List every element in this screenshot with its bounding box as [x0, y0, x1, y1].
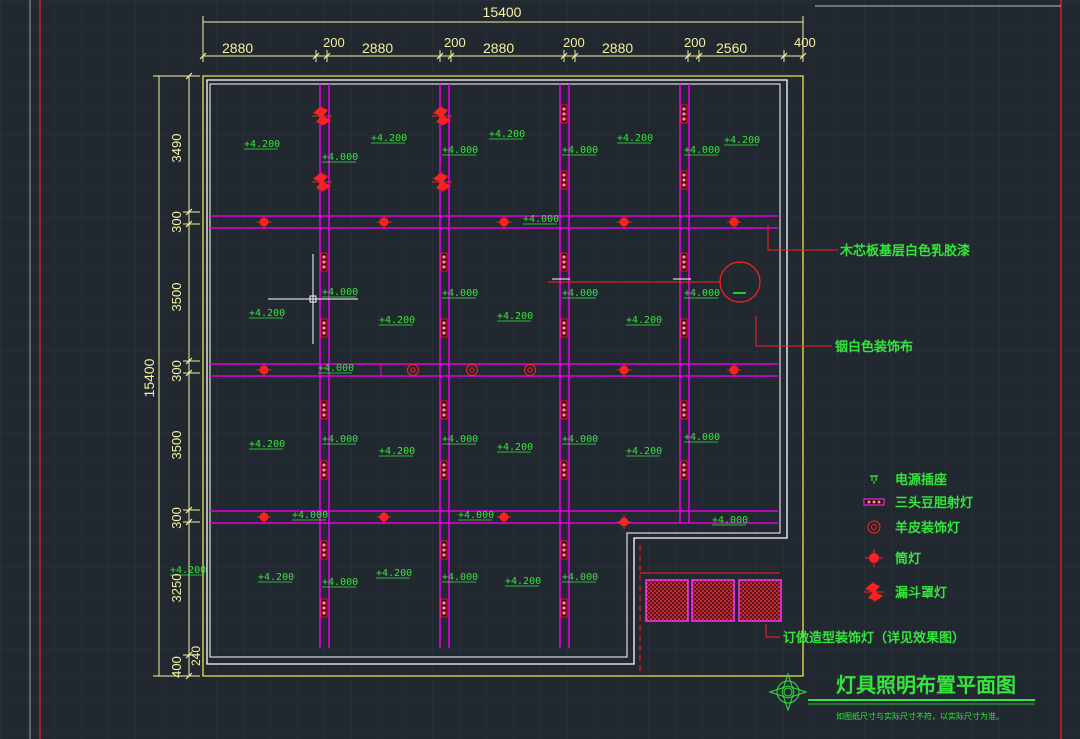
dim-top-segment: 2560	[716, 40, 747, 56]
elevation-label: +4.200	[626, 315, 662, 326]
annotation-fabric: 铟白色装饰布	[835, 339, 913, 355]
elevation-label: +4.200	[379, 315, 415, 326]
triple-spotlight-icon	[680, 252, 688, 272]
elevation-label: +4.200	[376, 568, 412, 579]
elevation-label: +4.200	[626, 446, 662, 457]
legend-label: 电源插座	[895, 472, 947, 488]
elevation-label: +4.000	[322, 287, 358, 298]
dim-top-segment: 400	[794, 35, 816, 50]
legend-label: 三头豆胆射灯	[895, 495, 973, 511]
dim-left-total: 15400	[141, 358, 157, 397]
elevation-label: +4.200	[724, 135, 760, 146]
triple-spotlight-icon	[440, 598, 448, 618]
dim-left-segment: 3500	[169, 283, 184, 312]
annotation-ceiling-material: 木芯板基层白色乳胶漆	[839, 243, 970, 259]
elevation-label: +4.200	[258, 572, 294, 583]
elevation-label: +4.200	[244, 139, 280, 150]
elevation-label: +4.200	[617, 133, 653, 144]
elevation-label: +4.200	[489, 129, 525, 140]
triple-spotlight-icon	[680, 170, 688, 190]
elevation-label: +4.200	[249, 439, 285, 450]
dim-left-inner: 240	[189, 646, 203, 666]
elevation-label: +4.000	[523, 214, 559, 225]
triple-spotlight-icon	[440, 540, 448, 560]
triple-spotlight-icon	[320, 598, 328, 618]
dim-top-segment: 2880	[362, 40, 393, 56]
grid-background	[0, 0, 1080, 739]
triple-spotlight-icon	[320, 460, 328, 480]
triple-spotlight-icon	[560, 540, 568, 560]
elevation-label: +4.000	[322, 577, 358, 588]
elevation-label: +4.000	[442, 572, 478, 583]
triple-spotlight-icon	[680, 104, 688, 124]
elevation-label: +4.000	[292, 510, 328, 521]
dim-top-segment: 2880	[222, 40, 253, 56]
custom-lamp-3	[738, 579, 782, 622]
dim-left-segment: 300	[169, 507, 184, 529]
elevation-label: +4.000	[562, 145, 598, 156]
triple-spotlight-icon	[560, 170, 568, 190]
triple-spotlight-icon	[320, 318, 328, 338]
triple-spotlight-icon	[440, 252, 448, 272]
dim-left-segment: 3490	[169, 134, 184, 163]
cad-floor-plan: +4.200 +4.000 +4.200 +4.000 +4.200 +4.000 +4.2…	[0, 0, 1080, 739]
elevation-label: +4.000	[322, 434, 358, 445]
elevation-label: +4.000	[684, 145, 720, 156]
triple-spotlight-icon	[440, 400, 448, 420]
elevation-label: +4.000	[318, 363, 354, 374]
triple-spotlight-icon	[680, 400, 688, 420]
elevation-label: +4.200	[497, 311, 533, 322]
triple-spotlight-icon	[320, 252, 328, 272]
dim-top-segment: 200	[563, 35, 585, 50]
annotation-custom-lamp: 订做造型装饰灯（详见效果图）	[783, 630, 965, 646]
dim-top-segment: 200	[684, 35, 706, 50]
drawing-note: 如图纸尺寸与实际尺寸不符，以实际尺寸为准。	[836, 711, 1004, 721]
triple-spotlight-icon	[680, 460, 688, 480]
dim-top-segment: 2880	[483, 40, 514, 56]
triple-spotlight-icon	[560, 460, 568, 480]
triple-spotlight-icon	[560, 252, 568, 272]
triple-spotlight-icon	[863, 498, 885, 506]
legend-label: 漏斗罩灯	[895, 585, 947, 601]
elevation-label: +4.200	[371, 133, 407, 144]
elevation-label: +4.000	[442, 145, 478, 156]
dim-top-total: 15400	[483, 4, 522, 20]
triple-spotlight-icon	[560, 400, 568, 420]
triple-spotlight-icon	[320, 400, 328, 420]
triple-spotlight-icon	[440, 318, 448, 338]
elevation-label: +4.000	[684, 432, 720, 443]
elevation-label: +4.200	[497, 442, 533, 453]
triple-spotlight-icon	[440, 460, 448, 480]
elevation-label: +4.200	[379, 446, 415, 457]
elevation-label: +4.000	[322, 152, 358, 163]
triple-spotlight-icon	[560, 318, 568, 338]
legend-label: 筒灯	[895, 551, 921, 567]
legend-label: 羊皮装饰灯	[895, 520, 960, 536]
dim-left-segment: 3250	[169, 574, 184, 603]
triple-spotlight-icon	[560, 598, 568, 618]
elevation-label: +4.000	[442, 288, 478, 299]
elevation-label: +4.200	[505, 576, 541, 587]
drawing-title: 灯具照明布置平面图	[836, 673, 1016, 697]
dim-left-segment: 300	[169, 360, 184, 382]
dim-top-segment: 2880	[602, 40, 633, 56]
custom-lamp-2	[691, 579, 735, 622]
elevation-label: +4.000	[442, 434, 478, 445]
elevation-label: +4.000	[562, 572, 598, 583]
triple-spotlight-icon	[320, 540, 328, 560]
dim-left-segment: 300	[169, 211, 184, 233]
triple-spotlight-icon	[680, 318, 688, 338]
elevation-label: +4.000	[712, 515, 748, 526]
triple-spotlight-icon	[560, 104, 568, 124]
elevation-label: +4.000	[684, 288, 720, 299]
elevation-label: +4.000	[458, 510, 494, 521]
elevation-label: +4.000	[562, 434, 598, 445]
dim-left-segment: 3500	[169, 431, 184, 460]
elevation-label: +4.000	[562, 288, 598, 299]
dim-top-segment: 200	[323, 35, 345, 50]
custom-lamp-1	[645, 579, 689, 622]
dim-top-segment: 200	[444, 35, 466, 50]
elevation-label: +4.200	[249, 308, 285, 319]
dim-left-segment: 400	[169, 656, 184, 678]
